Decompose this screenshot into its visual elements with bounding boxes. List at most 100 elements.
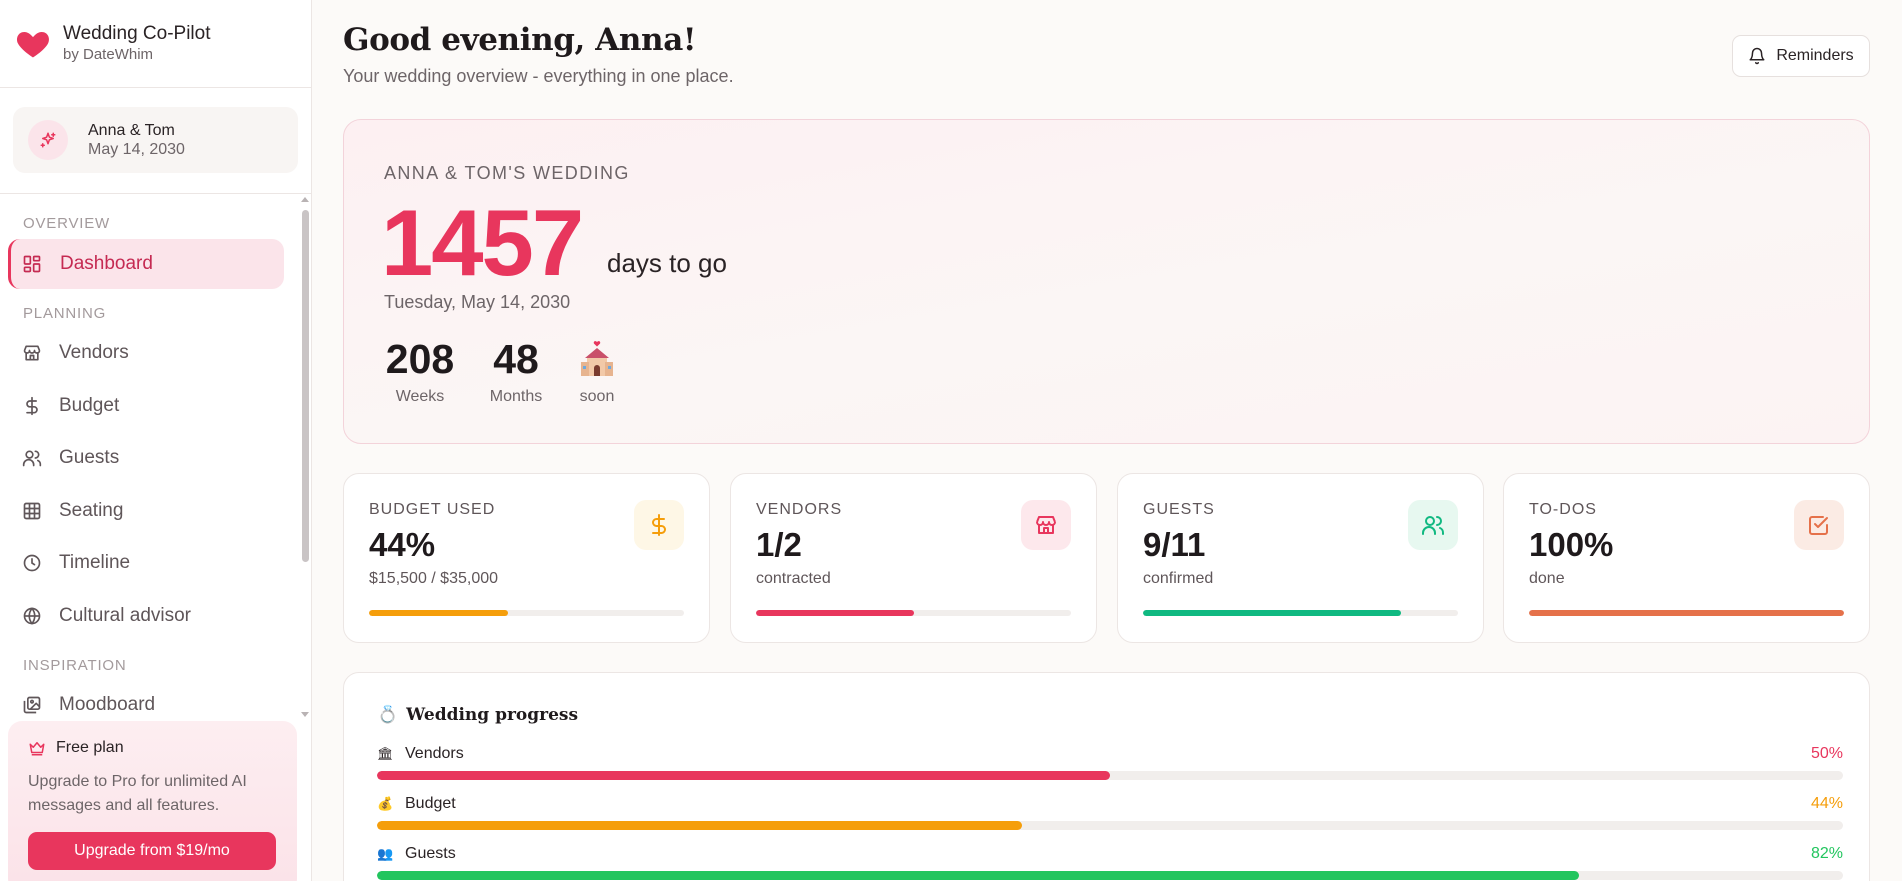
brand-title: Wedding Co-Pilot [63,22,211,44]
sidebar-item-label: Cultural advisor [59,605,191,626]
card-progress-track [1529,610,1844,616]
progress-track [377,771,1843,780]
sidebar-item-budget[interactable]: Budget [8,381,284,431]
nav-section-planning: PLANNING [23,305,107,322]
people-icon: 👥 [377,846,394,861]
upgrade-button[interactable]: Upgrade from $19/mo [28,832,276,870]
progress-track [377,871,1843,880]
sidebar-item-label: Timeline [59,552,131,573]
nav-section-overview: OVERVIEW [23,215,110,232]
countdown-days: 1457 [381,190,584,295]
promo-text: Upgrade to Pro for unlimited AI messages… [28,773,247,814]
soon-stat: soon [577,336,617,406]
months-value: 48 [493,336,539,382]
globe-icon [23,607,41,625]
scroll-up-arrow-icon[interactable] [301,197,309,202]
progress-row-percent: 50% [1810,745,1843,762]
sidebar-item-label: Seating [59,500,124,521]
weeks-label: Weeks [395,388,445,405]
countdown-days-label: days to go [607,248,727,278]
sidebar-item-label: Moodboard [59,694,156,715]
guests-card[interactable]: GUESTS 9/11 confirmed [1117,473,1484,643]
countdown-card: ANNA & TOM'S WEDDING 1457 days to go Tue… [343,119,1870,444]
images-icon [23,696,41,714]
card-sub: contracted [756,570,831,587]
store-icon [23,345,41,361]
card-progress-fill [1143,610,1402,616]
sidebar-item-cultural-advisor[interactable]: Cultural advisor [8,591,284,641]
crown-icon [29,742,45,756]
reminders-button[interactable]: Reminders [1732,35,1870,77]
page-title: Good evening, Anna! [343,22,697,58]
card-progress-fill [369,610,508,616]
sidebar-item-dashboard[interactable]: Dashboard [8,239,284,289]
months-stat: 48 Months [484,336,548,406]
card-label: VENDORS [756,501,843,518]
progress-row-percent: 82% [1810,845,1843,862]
card-sub: confirmed [1143,570,1214,587]
dollar-icon [26,396,38,416]
heart-logo-icon [17,31,49,57]
scroll-down-arrow-icon[interactable] [301,712,309,717]
soon-label: soon [579,388,615,405]
promo-title: Free plan [56,739,124,756]
reminders-label: Reminders [1776,47,1854,64]
grid-icon [23,502,41,520]
couple-names: Anna & Tom [88,122,175,139]
progress-fill [377,871,1580,880]
sidebar-scrollbar-thumb[interactable] [302,210,309,562]
brand[interactable]: Wedding Co-Pilot by DateWhim [0,0,311,88]
progress-row-label: Budget [405,795,456,812]
progress-row-label: Guests [405,845,456,862]
sidebar-item-label: Budget [59,395,120,416]
progress-fill [377,771,1110,780]
weeks-stat: 208 Weeks [384,336,456,406]
page-subtitle: Your wedding overview - everything in on… [343,66,734,86]
weeks-value: 208 [385,336,455,382]
progress-row-label: Vendors [405,745,464,762]
sidebar-item-label: Dashboard [60,253,153,274]
money-bag-icon: 💰 [377,796,394,811]
sidebar-item-moodboard[interactable]: Moodboard [8,680,284,718]
brand-subtitle: by DateWhim [63,45,154,63]
clock-icon [23,554,41,572]
check-square-icon [1794,500,1844,550]
card-progress-fill [756,610,914,616]
ring-icon: 💍 [377,705,399,725]
layout-grid-icon [23,255,41,273]
budget-used-card[interactable]: BUDGET USED 44% $15,500 / $35,000 [343,473,710,643]
progress-row-budget: 💰 Budget 44% [377,793,1843,830]
users-icon [22,450,42,467]
store-icon [1021,500,1071,550]
card-sub: done [1529,570,1565,587]
wedding-progress-card: 💍 Wedding progress 🏛 Vendors 50% 💰 Budge… [343,672,1870,881]
sidebar-item-timeline[interactable]: Timeline [8,538,284,588]
sidebar: Wedding Co-Pilot by DateWhim Anna & Tom … [0,0,312,881]
sidebar-item-label: Guests [59,447,120,468]
couple-card[interactable]: Anna & Tom May 14, 2030 [13,107,298,173]
progress-row-vendors: 🏛 Vendors 50% [377,743,1843,780]
sidebar-nav: OVERVIEW Dashboard PLANNING Vendors Budg… [0,194,300,718]
card-sub: $15,500 / $35,000 [369,570,499,587]
sidebar-item-label: Vendors [59,342,129,363]
vendors-emoji-icon: 🏛 [377,746,394,761]
progress-fill [377,821,1023,830]
nav-section-inspiration: INSPIRATION [23,657,127,674]
progress-row-percent: 44% [1810,795,1843,812]
progress-row-guests: 👥 Guests 82% [377,843,1843,880]
upgrade-promo: Free plan Upgrade to Pro for unlimited A… [8,721,297,881]
card-label: BUDGET USED [369,501,496,518]
sidebar-item-vendors[interactable]: Vendors [8,328,284,378]
card-label: GUESTS [1143,501,1215,518]
card-value: 1/2 [756,526,802,563]
todos-card[interactable]: TO-DOS 100% done [1503,473,1870,643]
sidebar-item-seating[interactable]: Seating [8,486,284,536]
dollar-icon [634,500,684,550]
card-progress-track [369,610,684,616]
card-value: 9/11 [1143,526,1206,563]
card-progress-fill [1529,610,1844,616]
wedding-date: Tuesday, May 14, 2030 [384,292,571,312]
vendors-card[interactable]: VENDORS 1/2 contracted [730,473,1097,643]
months-label: Months [489,388,543,405]
sidebar-item-guests[interactable]: Guests [8,433,284,483]
